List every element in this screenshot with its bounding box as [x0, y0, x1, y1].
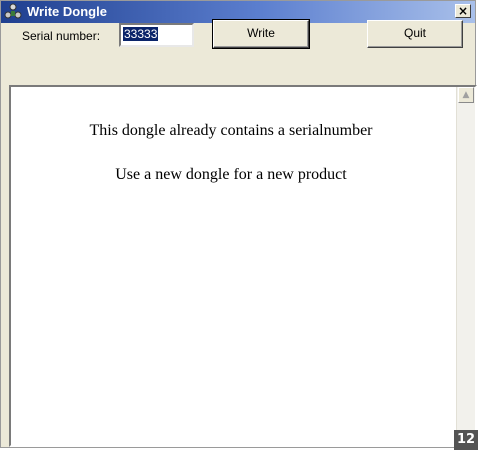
window-title: Write Dongle	[27, 4, 107, 19]
dongle-app-icon	[4, 3, 22, 19]
serial-number-value: 33333	[123, 27, 159, 41]
serial-number-input[interactable]: 33333	[119, 23, 194, 47]
write-dongle-window: Write Dongle × Serial number: 33333 Writ…	[0, 0, 477, 448]
message-line: This dongle already contains a serialnum…	[89, 122, 373, 139]
close-button[interactable]: ×	[455, 4, 471, 18]
write-button[interactable]: Write	[212, 19, 310, 49]
message-area: This dongle already contains a serialnum…	[9, 85, 477, 447]
serial-number-label: Serial number:	[22, 29, 101, 43]
message-line: Use a new dongle for a new product	[115, 166, 347, 183]
close-icon: ×	[457, 4, 469, 18]
scroll-up-icon[interactable]: ▲	[458, 87, 474, 103]
vertical-scrollbar[interactable]: ▲	[456, 87, 475, 445]
quit-button[interactable]: Quit	[367, 20, 463, 48]
page-number-badge: 12	[454, 430, 478, 450]
